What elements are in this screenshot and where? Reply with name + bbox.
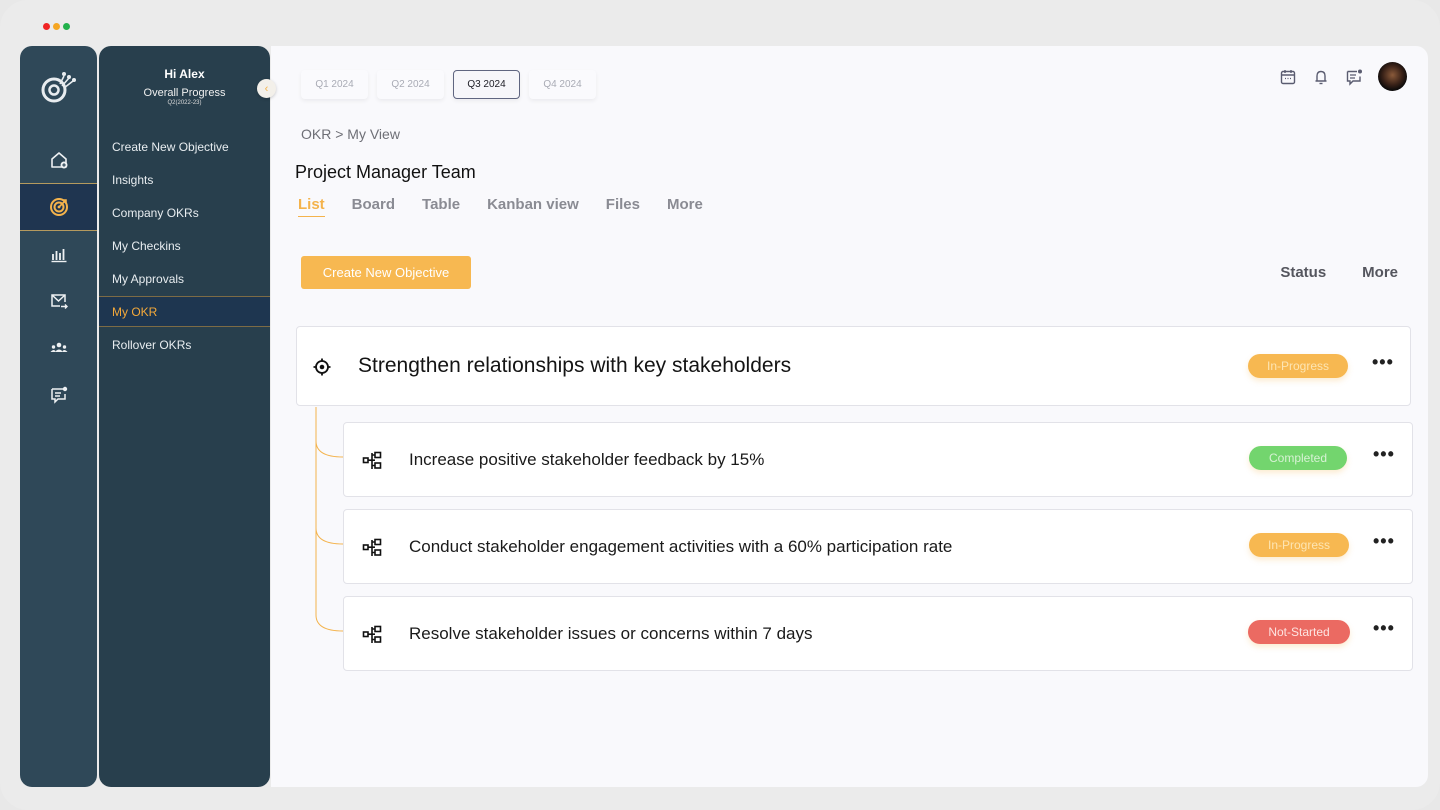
breadcrumb: OKR > My View bbox=[301, 126, 400, 142]
crosshair-target-icon bbox=[313, 358, 331, 376]
subnav-item-insights[interactable]: Insights bbox=[99, 164, 270, 195]
subnav-item-my-approvals[interactable]: My Approvals bbox=[99, 263, 270, 294]
key-result-menu-button[interactable]: ••• bbox=[1373, 531, 1395, 552]
quarter-q3-2024[interactable]: Q3 2024 bbox=[453, 70, 520, 99]
target-logo-icon[interactable] bbox=[38, 64, 80, 106]
subnav-item-create-objective[interactable]: Create New Objective bbox=[99, 131, 270, 162]
hierarchy-icon bbox=[362, 625, 382, 643]
key-result-card[interactable]: Resolve stakeholder issues or concerns w… bbox=[343, 596, 1413, 671]
tab-board[interactable]: Board bbox=[352, 196, 395, 215]
target-icon bbox=[49, 198, 68, 216]
close-window-button[interactable] bbox=[43, 23, 50, 30]
tab-table[interactable]: Table bbox=[422, 196, 460, 215]
subnav-item-company-okrs[interactable]: Company OKRs bbox=[99, 197, 270, 228]
rail-item-home[interactable] bbox=[20, 136, 97, 184]
tree-connector-lines bbox=[315, 407, 344, 632]
more-options-button[interactable]: More bbox=[1362, 264, 1398, 281]
hierarchy-icon bbox=[362, 538, 382, 556]
key-result-title: Conduct stakeholder engagement activitie… bbox=[409, 537, 953, 556]
minimize-window-button[interactable] bbox=[53, 23, 60, 30]
quarter-selector: Q1 2024 Q2 2024 Q3 2024 Q4 2024 bbox=[301, 70, 596, 99]
quarter-q2-2024[interactable]: Q2 2024 bbox=[377, 70, 444, 99]
status-badge: In-Progress bbox=[1248, 354, 1348, 378]
key-result-card[interactable]: Conduct stakeholder engagement activitie… bbox=[343, 509, 1413, 584]
objective-menu-button[interactable]: ••• bbox=[1372, 352, 1394, 373]
message-icon[interactable] bbox=[1345, 68, 1363, 86]
collapse-sidebar-button[interactable]: ‹ bbox=[257, 79, 276, 98]
maximize-window-button[interactable] bbox=[63, 23, 70, 30]
key-result-menu-button[interactable]: ••• bbox=[1373, 444, 1395, 465]
quarter-q4-2024[interactable]: Q4 2024 bbox=[529, 70, 596, 99]
tab-list[interactable]: List bbox=[298, 196, 325, 217]
rail-item-okr[interactable] bbox=[20, 183, 97, 231]
subnav-item-my-okr[interactable]: My OKR bbox=[99, 296, 270, 327]
bell-icon[interactable] bbox=[1312, 68, 1330, 86]
subnav-item-rollover-okrs[interactable]: Rollover OKRs bbox=[99, 329, 270, 360]
bar-chart-icon bbox=[51, 249, 66, 263]
rail-item-team[interactable] bbox=[20, 324, 97, 372]
app-window: Hi Alex Overall Progress Q2(2022-23) Cre… bbox=[0, 0, 1440, 810]
icon-rail bbox=[20, 46, 97, 787]
status-filter-button[interactable]: Status bbox=[1280, 264, 1326, 281]
page-title: Project Manager Team bbox=[295, 162, 476, 182]
key-result-card[interactable]: Increase positive stakeholder feedback b… bbox=[343, 422, 1413, 497]
user-avatar[interactable] bbox=[1378, 62, 1407, 91]
chat-notification-icon bbox=[50, 386, 67, 404]
user-greeting: Hi Alex Overall Progress Q2(2022-23) bbox=[99, 67, 270, 106]
main-content: Q1 2024 Q2 2024 Q3 2024 Q4 2024 OKR > My bbox=[271, 46, 1428, 787]
subnav-item-my-checkins[interactable]: My Checkins bbox=[99, 230, 270, 261]
greeting-text: Hi Alex bbox=[164, 67, 205, 81]
team-icon bbox=[50, 342, 67, 352]
hierarchy-icon bbox=[362, 451, 382, 469]
overall-progress-label: Overall Progress bbox=[143, 87, 226, 99]
key-result-menu-button[interactable]: ••• bbox=[1373, 618, 1395, 639]
tab-files[interactable]: Files bbox=[606, 196, 640, 215]
create-new-objective-button[interactable]: Create New Objective bbox=[301, 256, 471, 289]
progress-period: Q2(2022-23) bbox=[167, 100, 202, 106]
header-actions bbox=[1279, 62, 1407, 91]
view-tabs: List Board Table Kanban view Files More bbox=[298, 196, 703, 217]
rail-item-chat[interactable] bbox=[20, 371, 97, 419]
quarter-q1-2024[interactable]: Q1 2024 bbox=[301, 70, 368, 99]
objective-title: Strengthen relationships with key stakeh… bbox=[358, 354, 792, 377]
status-badge: Completed bbox=[1249, 446, 1347, 470]
status-badge: Not-Started bbox=[1248, 620, 1350, 644]
calendar-icon[interactable] bbox=[1279, 68, 1297, 86]
chevron-left-icon: ‹ bbox=[264, 82, 269, 95]
status-badge: In-Progress bbox=[1249, 533, 1349, 557]
sub-navigation: Hi Alex Overall Progress Q2(2022-23) Cre… bbox=[99, 46, 270, 787]
window-controls bbox=[43, 23, 70, 30]
key-result-title: Increase positive stakeholder feedback b… bbox=[409, 450, 765, 469]
rail-item-analytics[interactable] bbox=[20, 230, 97, 278]
mail-forward-icon bbox=[50, 294, 68, 309]
list-actions: Status More bbox=[1280, 264, 1398, 281]
key-result-title: Resolve stakeholder issues or concerns w… bbox=[409, 624, 813, 643]
home-add-icon bbox=[50, 152, 67, 169]
rail-item-mail[interactable] bbox=[20, 277, 97, 325]
objective-card[interactable]: Strengthen relationships with key stakeh… bbox=[296, 326, 1411, 406]
tab-more[interactable]: More bbox=[667, 196, 703, 215]
tab-kanban-view[interactable]: Kanban view bbox=[487, 196, 579, 215]
